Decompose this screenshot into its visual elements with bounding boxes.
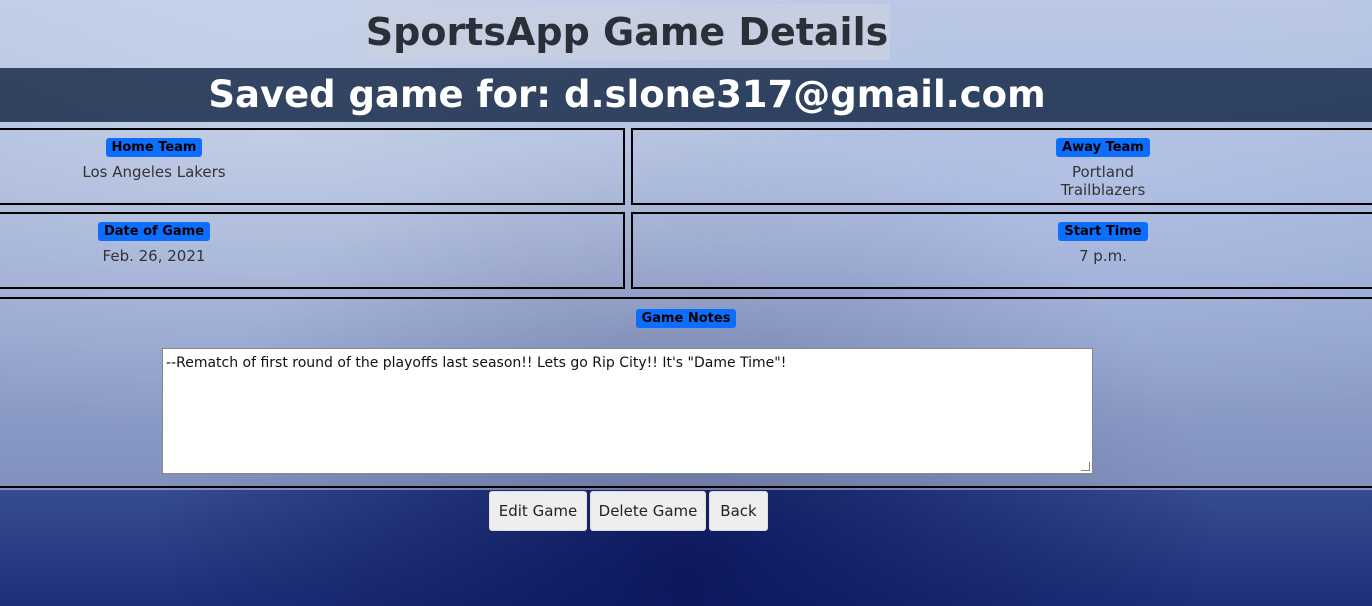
delete-game-button[interactable]: Delete Game bbox=[590, 491, 706, 531]
date-label: Date of Game bbox=[97, 222, 211, 241]
date-cell: Date of Game Feb. 26, 2021 bbox=[0, 212, 625, 289]
away-team-value: Portland Trailblazers bbox=[1060, 163, 1146, 199]
subtitle-bar: Saved game for: d.slone317@gmail.com bbox=[0, 68, 1372, 122]
start-time-value: 7 p.m. bbox=[1079, 247, 1127, 265]
home-team-cell: Home Team Los Angeles Lakers bbox=[0, 128, 625, 205]
title-wrapper: SportsApp Game Details bbox=[0, 4, 1254, 60]
away-team-label: Away Team bbox=[1056, 138, 1150, 157]
away-team-cell: Away Team Portland Trailblazers bbox=[631, 128, 1372, 205]
home-team-label: Home Team bbox=[105, 138, 203, 157]
game-notes-text: --Rematch of first round of the playoffs… bbox=[166, 355, 787, 371]
game-notes-textarea[interactable]: --Rematch of first round of the playoffs… bbox=[162, 348, 1093, 474]
edit-game-button[interactable]: Edit Game bbox=[489, 491, 587, 531]
saved-game-heading: Saved game for: d.slone317@gmail.com bbox=[208, 73, 1046, 116]
start-time-cell: Start Time 7 p.m. bbox=[631, 212, 1372, 289]
home-team-value: Los Angeles Lakers bbox=[82, 163, 226, 181]
date-value: Feb. 26, 2021 bbox=[102, 247, 206, 265]
resize-handle-icon[interactable] bbox=[1081, 462, 1090, 471]
start-time-label: Start Time bbox=[1058, 222, 1148, 241]
page-title: SportsApp Game Details bbox=[363, 4, 891, 60]
back-button[interactable]: Back bbox=[709, 491, 768, 531]
game-notes-label: Game Notes bbox=[635, 309, 737, 328]
